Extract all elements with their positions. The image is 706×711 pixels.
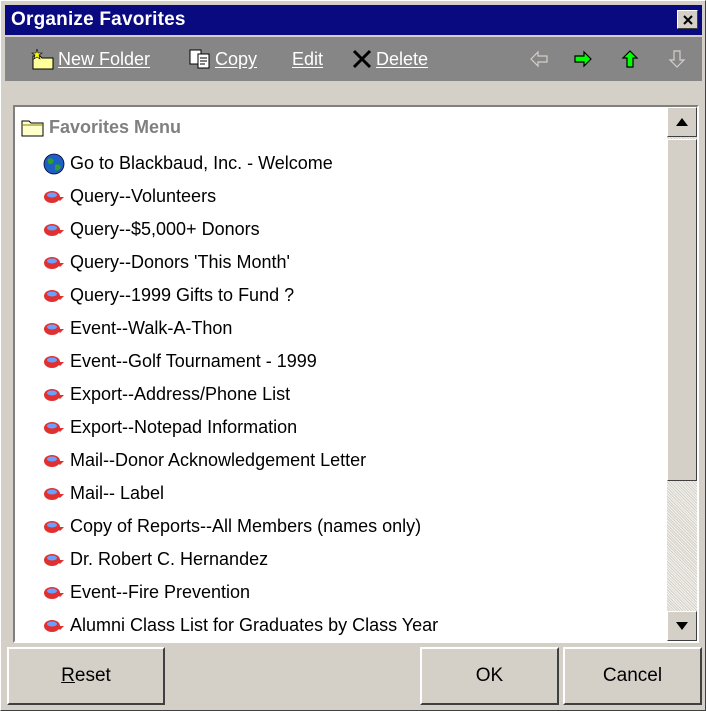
ok-label: OK (475, 665, 504, 686)
window-title: Organize Favorites (11, 9, 186, 30)
list-item[interactable]: Query--Volunteers (43, 180, 216, 213)
new-folder-button[interactable]: New Folder (31, 37, 150, 81)
favorite-shortcut-icon (43, 321, 65, 337)
favorite-shortcut-icon (43, 189, 65, 205)
list-item[interactable]: Export--Notepad Information (43, 411, 297, 444)
list-item-label: Query--Volunteers (70, 186, 217, 206)
close-icon (683, 15, 693, 25)
list-item-label: Event--Walk-A-Thon (70, 318, 233, 338)
copy-button[interactable]: Copy (188, 37, 257, 81)
edit-label: Edit (292, 48, 324, 69)
favorites-list-content: Favorites Menu Go to Blackbaud, Inc. - W… (15, 107, 671, 641)
favorite-shortcut-icon (43, 552, 65, 568)
favorite-shortcut-icon (43, 255, 65, 271)
list-item[interactable]: Alumni Class List for Graduates by Class… (43, 609, 438, 641)
list-item-label: Mail-- Label (70, 483, 165, 503)
close-button[interactable] (677, 10, 698, 29)
arrow-left-icon[interactable] (529, 49, 549, 69)
list-item[interactable]: Export--Address/Phone List (43, 378, 290, 411)
copy-icon (188, 48, 212, 70)
new-folder-label: New Folder (58, 48, 151, 69)
list-item-label: Export--Notepad Information (70, 417, 298, 437)
triangle-down-icon (676, 622, 688, 630)
favorite-shortcut-icon (43, 387, 65, 403)
list-item-label: Copy of Reports--All Members (names only… (70, 516, 422, 536)
organize-favorites-dialog: Organize Favorites New Folder Copy Edit … (0, 0, 706, 711)
favorite-shortcut-icon (43, 354, 65, 370)
list-item[interactable]: Event--Golf Tournament - 1999 (43, 345, 317, 378)
title-bar: Organize Favorites (5, 5, 702, 35)
list-item-label: Export--Address/Phone List (70, 384, 291, 404)
triangle-up-icon (676, 118, 688, 126)
reset-label: Reset (61, 665, 111, 686)
list-item-label: Alumni Class List for Graduates by Class… (70, 615, 439, 635)
scrollbar-thumb[interactable] (667, 139, 697, 481)
favorite-shortcut-icon (43, 288, 65, 304)
list-item-label: Event--Fire Prevention (70, 582, 251, 602)
list-item[interactable]: Query--Donors 'This Month' (43, 246, 290, 279)
delete-button[interactable]: Delete (351, 37, 428, 81)
favorite-shortcut-icon (43, 486, 65, 502)
list-item[interactable]: Copy of Reports--All Members (names only… (43, 510, 421, 543)
list-item[interactable]: Go to Blackbaud, Inc. - Welcome (43, 147, 333, 180)
edit-button[interactable]: Edit (292, 37, 323, 81)
cancel-label: Cancel (602, 665, 663, 686)
arrow-down-icon[interactable] (667, 49, 687, 69)
favorite-shortcut-icon (43, 618, 65, 634)
list-item[interactable]: Mail--Donor Acknowledgement Letter (43, 444, 366, 477)
list-item[interactable]: Mail-- Label (43, 477, 164, 510)
list-item[interactable]: Query--1999 Gifts to Fund ? (43, 279, 294, 312)
copy-label: Copy (215, 48, 258, 69)
favorite-shortcut-icon (43, 519, 65, 535)
list-item[interactable]: Dr. Robert C. Hernandez (43, 543, 268, 576)
vertical-scrollbar[interactable] (667, 107, 697, 641)
folder-label: Favorites Menu (49, 116, 182, 137)
list-item-label: Query--$5,000+ Donors (70, 219, 260, 239)
list-item-label: Mail--Donor Acknowledgement Letter (70, 450, 367, 470)
globe-icon (43, 153, 65, 175)
favorite-shortcut-icon (43, 420, 65, 436)
favorite-shortcut-icon (43, 585, 65, 601)
favorite-shortcut-icon (43, 453, 65, 469)
arrow-up-icon[interactable] (620, 49, 640, 69)
list-item[interactable]: Event--Walk-A-Thon (43, 312, 232, 345)
reset-button[interactable]: Reset (7, 647, 165, 705)
favorite-shortcut-icon (43, 222, 65, 238)
toolbar: New Folder Copy Edit Delete (5, 37, 702, 81)
list-item-label: Event--Golf Tournament - 1999 (70, 351, 317, 371)
ok-button[interactable]: OK (420, 647, 559, 705)
delete-icon (351, 48, 373, 70)
arrow-right-icon[interactable] (573, 49, 593, 69)
scroll-down-button[interactable] (667, 611, 697, 641)
folder-icon (21, 117, 45, 137)
favorites-menu-folder[interactable]: Favorites Menu (21, 113, 181, 141)
list-item[interactable]: Event--Fire Prevention (43, 576, 250, 609)
favorites-list[interactable]: Favorites Menu Go to Blackbaud, Inc. - W… (13, 105, 699, 643)
new-folder-icon (31, 47, 55, 71)
cancel-button[interactable]: Cancel (563, 647, 702, 705)
list-item-label: Query--1999 Gifts to Fund ? (70, 285, 295, 305)
scroll-up-button[interactable] (667, 107, 697, 137)
list-item-label: Go to Blackbaud, Inc. - Welcome (70, 153, 333, 173)
delete-label: Delete (376, 48, 429, 69)
list-item-label: Dr. Robert C. Hernandez (70, 549, 269, 569)
list-item-label: Query--Donors 'This Month' (70, 252, 290, 272)
list-item[interactable]: Query--$5,000+ Donors (43, 213, 260, 246)
